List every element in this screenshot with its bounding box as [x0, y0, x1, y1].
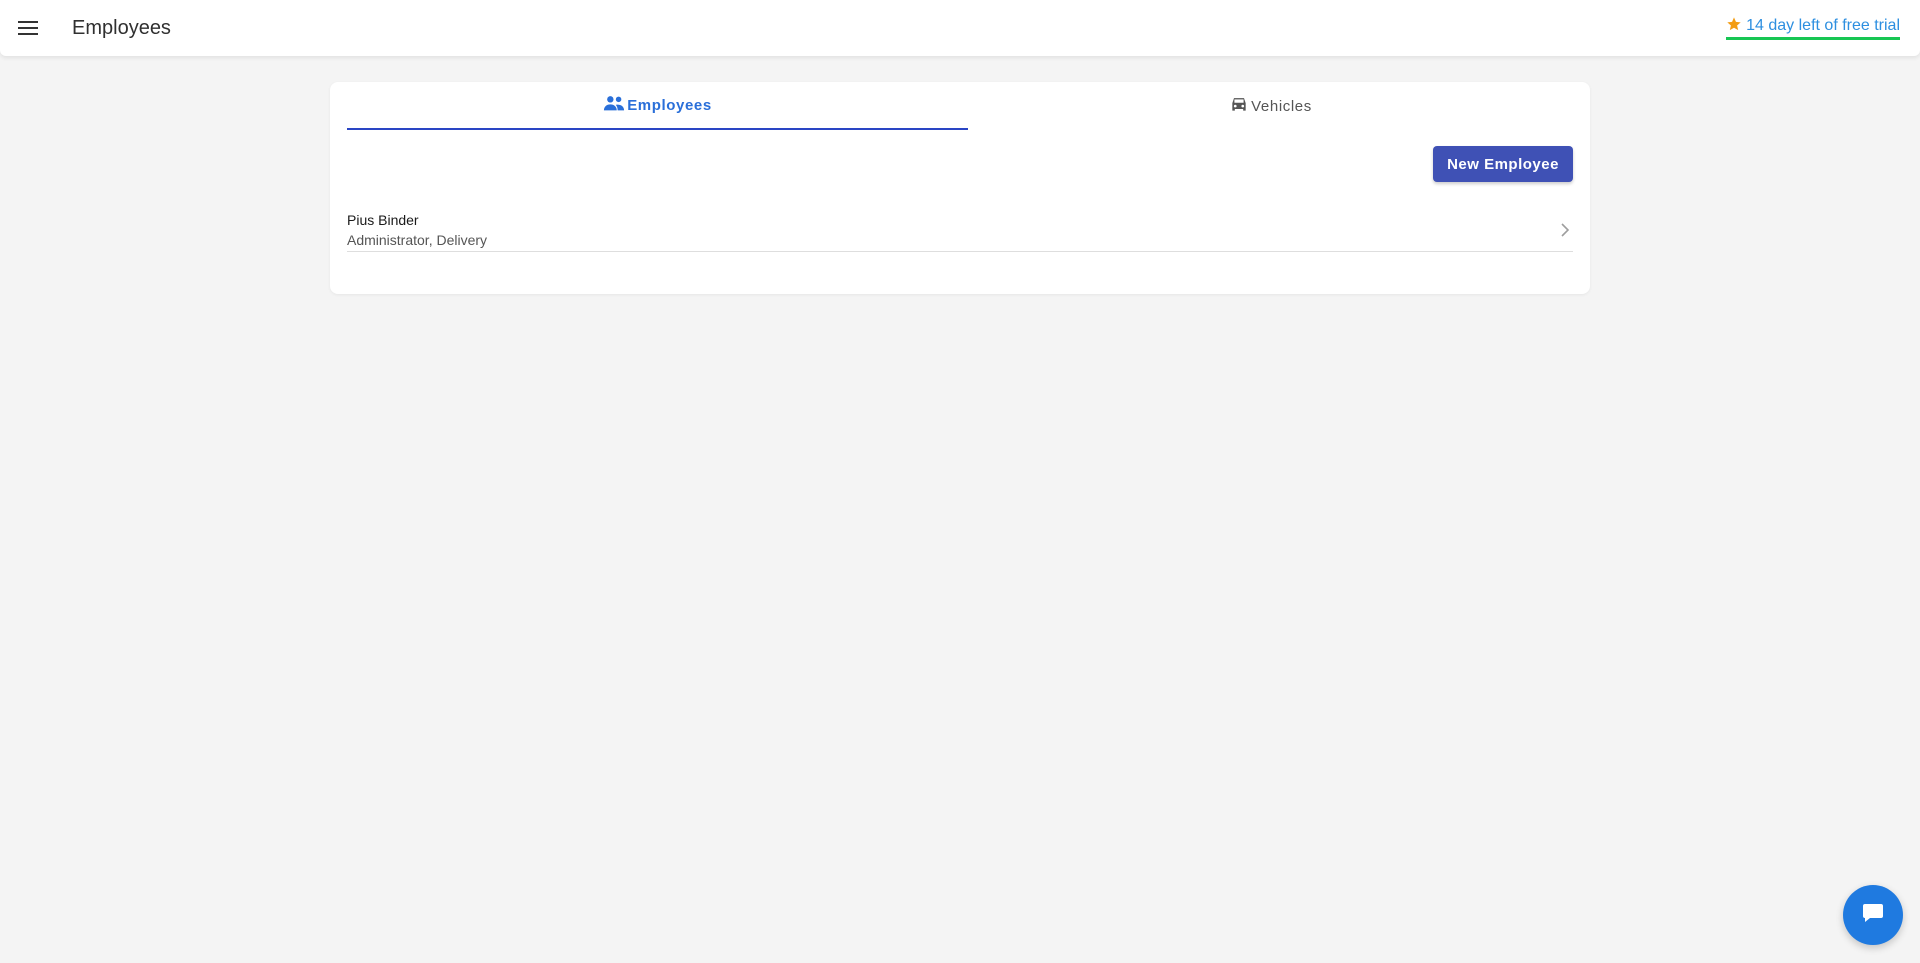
- chat-bubble-icon: [1861, 901, 1885, 930]
- free-trial-text: 14 day left of free trial: [1746, 17, 1900, 34]
- page-title: Employees: [72, 17, 171, 39]
- employee-name: Pius Binder: [347, 212, 419, 228]
- people-icon: [603, 94, 625, 116]
- employees-card: Employees Vehicles New Employee Pius Bin…: [330, 82, 1590, 294]
- employee-row[interactable]: Pius Binder Administrator, Delivery: [347, 212, 1573, 252]
- car-icon: [1229, 95, 1249, 117]
- tab-employees[interactable]: Employees: [347, 82, 968, 130]
- employee-roles: Administrator, Delivery: [347, 232, 488, 248]
- free-trial-link[interactable]: 14 day left of free trial: [1726, 16, 1900, 40]
- tab-vehicles[interactable]: Vehicles: [968, 82, 1573, 130]
- star-icon: [1726, 16, 1742, 37]
- new-employee-button[interactable]: New Employee: [1433, 146, 1573, 182]
- top-app-bar: Employees 14 day left of free trial: [0, 0, 1920, 56]
- tab-vehicles-label: Vehicles: [1251, 97, 1312, 115]
- chevron-right-icon: [1557, 220, 1573, 240]
- chat-button[interactable]: [1843, 885, 1903, 945]
- tab-bar: Employees Vehicles: [347, 82, 1573, 130]
- tab-employees-label: Employees: [627, 96, 712, 114]
- hamburger-menu-icon[interactable]: [14, 16, 42, 40]
